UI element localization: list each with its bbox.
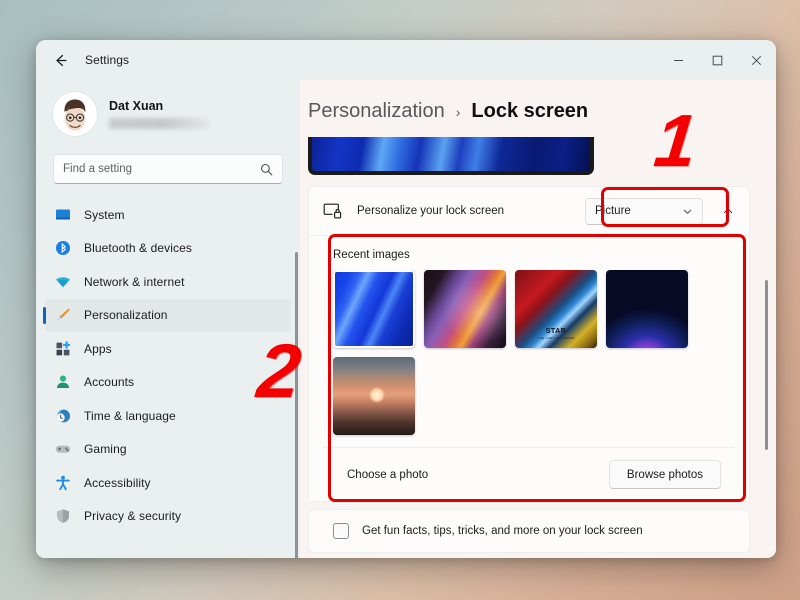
breadcrumb-separator: › bbox=[455, 104, 461, 120]
sidebar-item-accessibility[interactable]: Accessibility bbox=[45, 466, 291, 500]
choose-photo-row: Choose a photo Browse photos bbox=[323, 447, 735, 501]
sidebar-item-label: Accessibility bbox=[84, 475, 151, 490]
fun-facts-checkbox[interactable] bbox=[333, 523, 349, 539]
dropdown-value: Picture bbox=[595, 205, 631, 217]
breadcrumb: Personalization › Lock screen bbox=[308, 80, 776, 123]
sidebar-item-label: Apps bbox=[84, 341, 112, 356]
page-title: Lock screen bbox=[471, 100, 589, 122]
desktop-background: Settings Dat Xuan Find a setting System … bbox=[0, 0, 800, 600]
thumbnail-sunset-over-lake[interactable] bbox=[333, 357, 415, 435]
lock-screen-preview bbox=[308, 137, 594, 175]
personalize-label: Personalize your lock screen bbox=[357, 205, 505, 217]
minimize-icon[interactable] bbox=[659, 40, 698, 80]
content-pane: Personalization › Lock screen Personaliz… bbox=[300, 80, 776, 558]
window-controls bbox=[659, 40, 776, 80]
person-icon bbox=[54, 373, 72, 391]
search-input[interactable] bbox=[63, 163, 260, 175]
preview-wallpaper bbox=[312, 137, 590, 171]
accessibility-icon bbox=[54, 474, 72, 492]
personalize-row[interactable]: Personalize your lock screen Picture bbox=[309, 187, 749, 235]
thumbnail-abstract-ribbons[interactable] bbox=[424, 270, 506, 348]
wifi-icon bbox=[54, 273, 72, 291]
thumbnail-dark-crescent[interactable] bbox=[606, 270, 688, 348]
sidebar-item-label: System bbox=[84, 207, 125, 222]
sidebar-item-gaming[interactable]: Gaming bbox=[45, 433, 291, 467]
sidebar-item-privacy-security[interactable]: Privacy & security bbox=[45, 500, 291, 534]
sidebar-item-label: Personalization bbox=[84, 308, 168, 323]
apps-icon bbox=[54, 340, 72, 358]
sidebar-item-apps[interactable]: Apps bbox=[45, 332, 291, 366]
fun-facts-card: Get fun facts, tips, tricks, and more on… bbox=[308, 509, 750, 553]
sidebar-nav: System Bluetooth & devices Network & int… bbox=[36, 198, 300, 533]
personalize-type-dropdown[interactable]: Picture bbox=[585, 197, 703, 225]
thumbnail-caption: STAR THE LAST JEDI WARS bbox=[537, 328, 575, 340]
chevron-down-icon bbox=[682, 206, 693, 217]
paintbrush-icon bbox=[54, 306, 72, 324]
recent-images-title: Recent images bbox=[333, 249, 410, 261]
recent-images-panel: Recent images STAR THE LAST JEDI WARS Ch… bbox=[309, 235, 749, 501]
thumbnail-grid: STAR THE LAST JEDI WARS bbox=[323, 270, 735, 447]
choose-photo-label: Choose a photo bbox=[347, 468, 429, 481]
monitor-icon bbox=[54, 206, 72, 224]
bluetooth-icon bbox=[54, 239, 72, 257]
clock-globe-icon bbox=[54, 407, 72, 425]
sidebar-item-label: Network & internet bbox=[84, 274, 185, 289]
sidebar-scrollbar[interactable] bbox=[295, 252, 298, 558]
thumbnail-star-wars-poster[interactable]: STAR THE LAST JEDI WARS bbox=[515, 270, 597, 348]
thumbnail-windows-11-bloom-blue[interactable] bbox=[333, 270, 415, 348]
sidebar-item-system[interactable]: System bbox=[45, 198, 291, 232]
sidebar-item-network-internet[interactable]: Network & internet bbox=[45, 265, 291, 299]
browse-photos-button[interactable]: Browse photos bbox=[608, 460, 721, 489]
window-title: Settings bbox=[85, 53, 130, 67]
sidebar-item-time-language[interactable]: Time & language bbox=[45, 399, 291, 433]
close-icon[interactable] bbox=[737, 40, 776, 80]
personalize-card: Personalize your lock screen Picture Rec… bbox=[308, 186, 750, 502]
search-box[interactable] bbox=[53, 154, 283, 184]
gamepad-icon bbox=[54, 440, 72, 458]
sidebar-item-label: Bluetooth & devices bbox=[84, 241, 192, 256]
chevron-up-icon[interactable] bbox=[719, 202, 737, 220]
shield-icon bbox=[54, 507, 72, 525]
content-scrollbar[interactable] bbox=[765, 280, 768, 450]
sidebar-item-accounts[interactable]: Accounts bbox=[45, 366, 291, 400]
sidebar-item-bluetooth-devices[interactable]: Bluetooth & devices bbox=[45, 232, 291, 266]
lock-screen-icon bbox=[323, 203, 343, 220]
sidebar-item-personalization[interactable]: Personalization bbox=[43, 298, 291, 332]
settings-window: Settings Dat Xuan Find a setting System … bbox=[36, 40, 776, 558]
sidebar: Dat Xuan Find a setting System Bluetooth… bbox=[36, 80, 300, 558]
sidebar-item-label: Time & language bbox=[84, 408, 176, 423]
avatar bbox=[53, 92, 97, 136]
sidebar-item-label: Accounts bbox=[84, 375, 135, 390]
maximize-icon[interactable] bbox=[698, 40, 737, 80]
back-arrow-icon[interactable] bbox=[45, 45, 75, 75]
title-bar: Settings bbox=[36, 40, 776, 80]
sidebar-item-label: Gaming bbox=[84, 442, 127, 457]
breadcrumb-parent[interactable]: Personalization bbox=[308, 100, 445, 123]
fun-facts-label: Get fun facts, tips, tricks, and more on… bbox=[362, 525, 643, 537]
account-name: Dat Xuan bbox=[109, 99, 164, 113]
search-icon bbox=[260, 163, 273, 176]
sidebar-item-label: Privacy & security bbox=[84, 509, 182, 524]
account-email-redacted bbox=[109, 118, 209, 129]
account-section[interactable]: Dat Xuan bbox=[36, 82, 300, 140]
